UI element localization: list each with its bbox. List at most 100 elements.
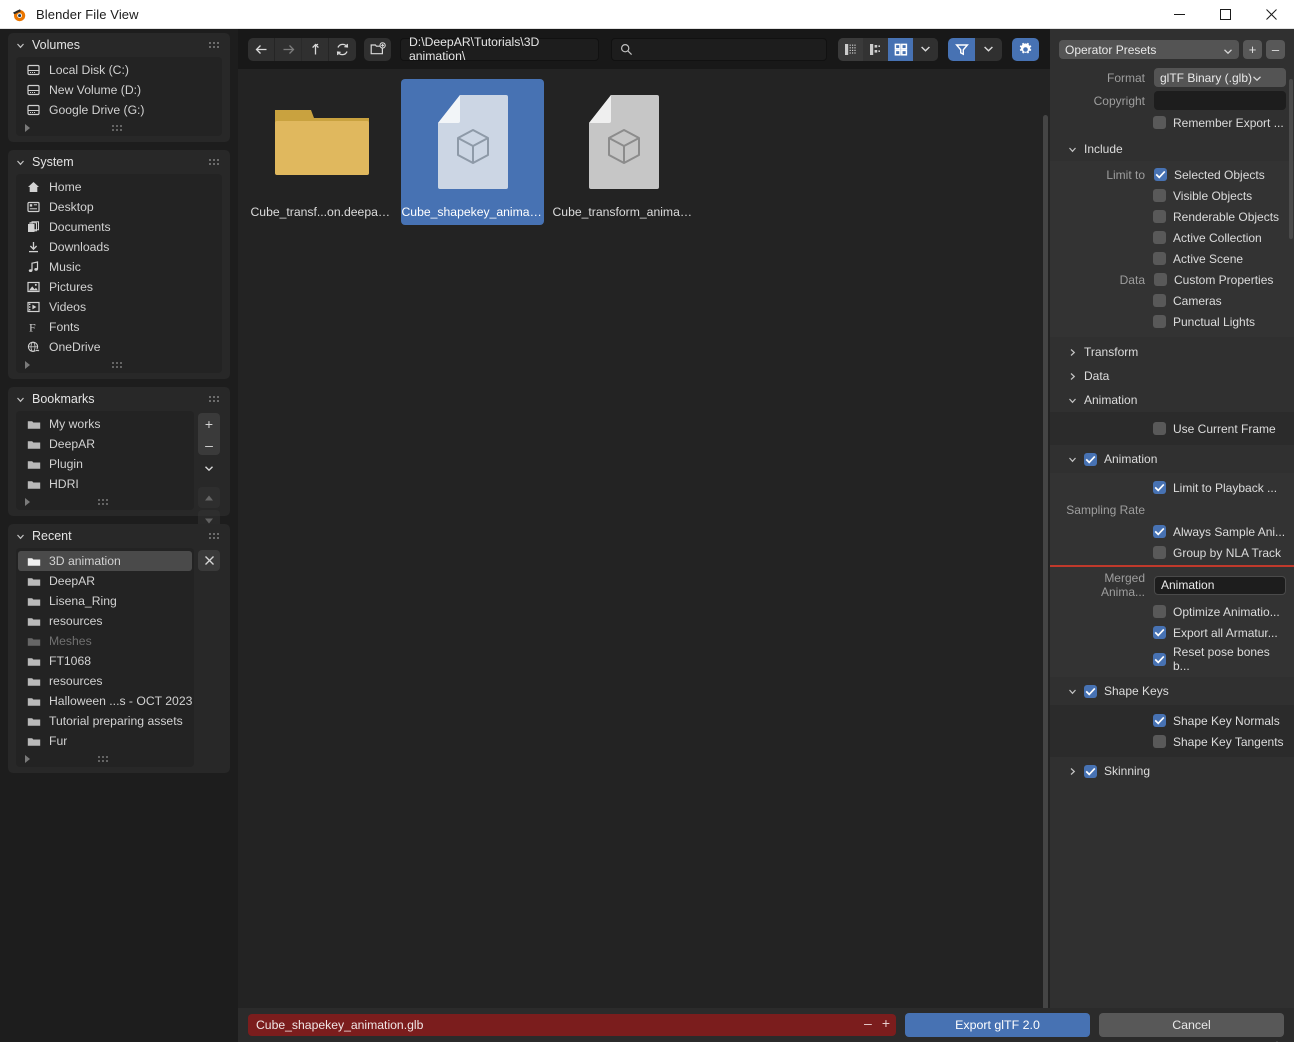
cancel-button[interactable]: Cancel bbox=[1099, 1013, 1284, 1037]
expand-triangle-icon[interactable] bbox=[25, 755, 30, 763]
checkbox-always-sample[interactable]: Always Sample Ani... bbox=[1050, 521, 1294, 542]
list-item[interactable]: My works bbox=[18, 414, 192, 434]
checkbox-custom-properties[interactable]: Custom Properties bbox=[1154, 273, 1273, 287]
add-preset-button[interactable]: + bbox=[1243, 40, 1262, 59]
list-item[interactable]: FT1068 bbox=[18, 651, 192, 671]
list-item[interactable]: resources bbox=[18, 671, 192, 691]
list-item[interactable]: DeepAR bbox=[18, 434, 192, 454]
properties-scrollbar[interactable] bbox=[1289, 79, 1293, 239]
clear-recent-button[interactable] bbox=[198, 550, 220, 571]
detail-view-button[interactable] bbox=[863, 37, 888, 61]
checkbox-active-scene[interactable]: Active Scene bbox=[1050, 248, 1294, 269]
sidebar-item-onedrive[interactable]: OneDrive bbox=[18, 337, 220, 357]
list-item[interactable]: Google Drive (G:) bbox=[18, 100, 220, 120]
sidebar-item-downloads[interactable]: Downloads bbox=[18, 237, 220, 257]
search-input[interactable] bbox=[611, 37, 827, 61]
checkbox-active-collection[interactable]: Active Collection bbox=[1050, 227, 1294, 248]
file-tile-other[interactable]: Cube_transform_animatio... bbox=[552, 79, 695, 225]
maximize-button[interactable] bbox=[1202, 0, 1248, 29]
expand-triangle-icon[interactable] bbox=[25, 361, 30, 369]
export-button[interactable]: Export glTF 2.0 bbox=[905, 1013, 1090, 1037]
checkbox-on[interactable] bbox=[1153, 652, 1166, 666]
file-tile-selected[interactable]: Cube_shapekey_animatio... bbox=[401, 79, 544, 225]
checkbox-group-by-nla[interactable]: Group by NLA Track bbox=[1050, 542, 1294, 563]
panel-header-system[interactable]: System bbox=[8, 150, 230, 174]
sidebar-item-videos[interactable]: Videos bbox=[18, 297, 220, 317]
filter-options-button[interactable] bbox=[975, 37, 1002, 61]
checkbox-on[interactable] bbox=[1154, 168, 1167, 181]
new-folder-button[interactable] bbox=[364, 37, 391, 61]
checkbox-visible-objects[interactable]: Visible Objects bbox=[1050, 185, 1294, 206]
back-button[interactable] bbox=[248, 37, 275, 61]
path-input[interactable]: D:\DeepAR\Tutorials\3D animation\ bbox=[400, 35, 599, 63]
checkbox-off[interactable] bbox=[1153, 210, 1166, 223]
checkbox-on[interactable] bbox=[1153, 481, 1166, 494]
section-animation[interactable]: Animation bbox=[1050, 388, 1294, 412]
checkbox-selected-objects[interactable]: Selected Objects bbox=[1154, 168, 1265, 182]
minimize-button[interactable] bbox=[1156, 0, 1202, 29]
thumbnail-view-button[interactable] bbox=[888, 37, 913, 61]
remember-export-row[interactable]: Remember Export ... bbox=[1050, 112, 1294, 133]
panel-header-volumes[interactable]: Volumes bbox=[8, 33, 230, 57]
file-area-scrollbar[interactable] bbox=[1043, 115, 1048, 1042]
list-item[interactable]: Halloween ...s - OCT 2023 bbox=[18, 691, 192, 711]
copyright-input[interactable] bbox=[1154, 91, 1286, 110]
checkbox-shape-key-normals[interactable]: Shape Key Normals bbox=[1050, 710, 1294, 731]
list-item[interactable]: DeepAR bbox=[18, 571, 192, 591]
increment-button[interactable]: + bbox=[882, 1015, 890, 1031]
sidebar-item-fonts[interactable]: F Fonts bbox=[18, 317, 220, 337]
panel-header-bookmarks[interactable]: Bookmarks bbox=[8, 387, 230, 411]
operator-presets-dropdown[interactable]: Operator Presets bbox=[1059, 40, 1239, 59]
list-item[interactable]: Fur bbox=[18, 731, 192, 751]
close-button[interactable] bbox=[1248, 0, 1294, 29]
checkbox-off[interactable] bbox=[1153, 252, 1166, 265]
list-item[interactable]: Local Disk (C:) bbox=[18, 60, 220, 80]
checkbox-off[interactable] bbox=[1153, 294, 1166, 307]
expand-triangle-icon[interactable] bbox=[25, 498, 30, 506]
section-animation-sub[interactable]: Animation bbox=[1050, 445, 1294, 473]
resize-grip-icon[interactable] bbox=[112, 362, 125, 369]
checkbox-reset-pose-bones[interactable]: Reset pose bones b... bbox=[1050, 643, 1294, 675]
checkbox-off[interactable] bbox=[1153, 735, 1166, 748]
sidebar-item-documents[interactable]: Documents bbox=[18, 217, 220, 237]
list-item[interactable]: Tutorial preparing assets bbox=[18, 711, 192, 731]
bookmark-menu-button[interactable] bbox=[198, 458, 220, 479]
section-skinning[interactable]: Skinning bbox=[1050, 757, 1294, 783]
list-view-button[interactable] bbox=[838, 37, 863, 61]
refresh-button[interactable] bbox=[329, 38, 356, 61]
checkbox-punctual-lights[interactable]: Punctual Lights bbox=[1050, 311, 1294, 332]
checkbox-cameras[interactable]: Cameras bbox=[1050, 290, 1294, 311]
skinning-checkbox[interactable] bbox=[1084, 764, 1097, 778]
checkbox-off[interactable] bbox=[1153, 189, 1166, 202]
list-item[interactable]: HDRI bbox=[18, 474, 192, 494]
checkbox-renderable-objects[interactable]: Renderable Objects bbox=[1050, 206, 1294, 227]
sidebar-item-home[interactable]: Home bbox=[18, 177, 220, 197]
resize-grip-icon[interactable] bbox=[98, 499, 111, 506]
section-shape-keys[interactable]: Shape Keys bbox=[1050, 677, 1294, 705]
settings-button[interactable] bbox=[1012, 37, 1039, 61]
section-data[interactable]: Data bbox=[1050, 364, 1294, 388]
checkbox-on[interactable] bbox=[1153, 525, 1166, 538]
filter-toggle-button[interactable] bbox=[948, 37, 975, 61]
panel-header-recent[interactable]: Recent bbox=[8, 524, 230, 548]
filename-input[interactable]: Cube_shapekey_animation.glb – + bbox=[248, 1014, 896, 1036]
list-item[interactable]: Plugin bbox=[18, 454, 192, 474]
checkbox-on[interactable] bbox=[1153, 714, 1166, 727]
checkbox-off[interactable] bbox=[1153, 422, 1166, 435]
sidebar-item-desktop[interactable]: Desktop bbox=[18, 197, 220, 217]
remove-bookmark-button[interactable]: – bbox=[198, 434, 220, 455]
animation-sub-checkbox[interactable] bbox=[1084, 452, 1097, 466]
checkbox-optimize-animation[interactable]: Optimize Animatio... bbox=[1050, 601, 1294, 622]
shape-keys-checkbox[interactable] bbox=[1084, 684, 1097, 698]
add-bookmark-button[interactable]: + bbox=[198, 413, 220, 434]
move-bookmark-up-button[interactable] bbox=[198, 487, 220, 508]
format-dropdown[interactable]: glTF Binary (.glb) bbox=[1154, 68, 1286, 87]
remove-preset-button[interactable]: – bbox=[1266, 40, 1285, 59]
list-item[interactable]: New Volume (D:) bbox=[18, 80, 220, 100]
checkbox-off[interactable] bbox=[1153, 605, 1166, 618]
remember-export-checkbox[interactable] bbox=[1153, 116, 1166, 129]
list-item[interactable]: resources bbox=[18, 611, 192, 631]
checkbox-use-current-frame[interactable]: Use Current Frame bbox=[1050, 418, 1294, 439]
sidebar-item-pictures[interactable]: Pictures bbox=[18, 277, 220, 297]
resize-grip-icon[interactable] bbox=[98, 756, 111, 763]
